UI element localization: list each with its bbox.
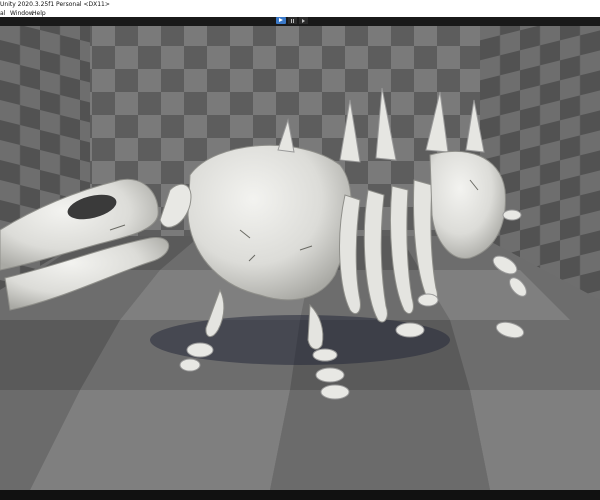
skeleton-shadow (150, 315, 450, 365)
play-button[interactable] (276, 17, 286, 24)
menu-item-help[interactable]: Help (32, 10, 46, 17)
pause-button[interactable] (288, 17, 297, 24)
title-bar: Unity 2020.3.25f1 Personal <DX11> (0, 0, 600, 10)
step-button[interactable] (299, 17, 308, 24)
menu-item-edit[interactable]: al (0, 10, 5, 17)
game-view[interactable] (0, 26, 600, 490)
menu-item-window[interactable]: Window (10, 10, 34, 17)
scene-render (0, 26, 600, 490)
menu-bar: al Window Help (0, 10, 600, 17)
status-bar (0, 490, 600, 500)
window-title: Unity 2020.3.25f1 Personal <DX11> (0, 1, 110, 8)
